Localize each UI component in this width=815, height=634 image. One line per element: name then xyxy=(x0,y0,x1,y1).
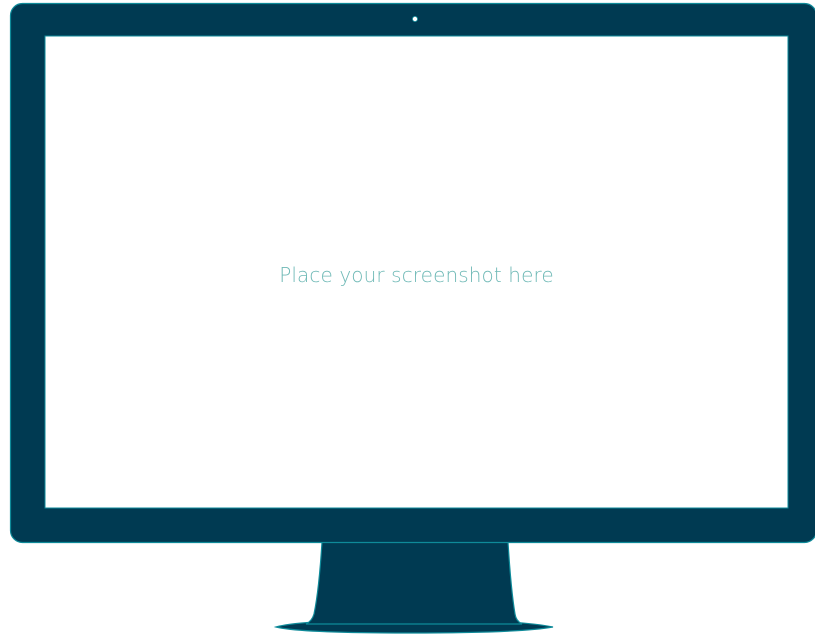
stand-neck xyxy=(305,541,523,625)
monitor-illustration xyxy=(9,2,815,634)
screenshot-placeholder-text: Place your screenshot here xyxy=(279,263,554,287)
webcam-dot-icon xyxy=(411,15,418,22)
monitor-mockup: Place your screenshot here xyxy=(0,0,815,634)
